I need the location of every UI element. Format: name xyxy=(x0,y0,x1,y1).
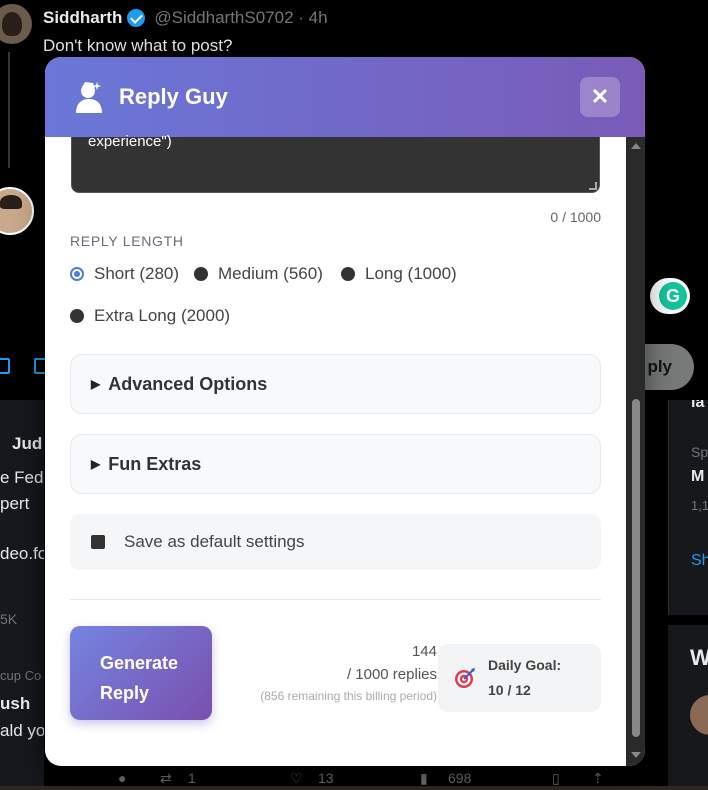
advanced-options-toggle[interactable]: ▶ Advanced Options xyxy=(70,354,601,414)
bottom-strip xyxy=(0,786,708,790)
trend-fragment: 1,1 xyxy=(691,498,708,513)
modal-body: experience") 0 / 1000 REPLY LENGTH Short… xyxy=(45,133,626,766)
usage-limit: / 1000 replies xyxy=(346,666,437,683)
views-icon[interactable]: ▮ xyxy=(420,770,428,787)
trend-fragment: M xyxy=(691,468,705,485)
expand-triangle-icon: ▶ xyxy=(91,457,101,471)
avatar[interactable] xyxy=(0,187,34,235)
radio-extra-long[interactable]: Extra Long (2000) xyxy=(70,306,230,326)
verified-badge-icon xyxy=(127,9,146,27)
like-count: 13 xyxy=(318,770,334,786)
radio-label: Short (280) xyxy=(94,264,180,283)
generate-label-line2: Reply xyxy=(100,683,150,703)
thread-line xyxy=(8,52,10,168)
daily-goal-label: Daily Goal: xyxy=(488,657,562,673)
advanced-options-label: Advanced Options xyxy=(108,373,268,394)
avatar-small-icon: ● xyxy=(118,770,127,786)
grammarly-icon: G xyxy=(659,282,687,310)
image-icon[interactable] xyxy=(0,358,10,374)
radio-label: Long (1000) xyxy=(365,264,457,283)
radio-medium[interactable]: Medium (560) xyxy=(194,264,323,284)
textarea-text: experience") xyxy=(88,133,172,150)
modal-scrollbar[interactable] xyxy=(626,137,645,766)
modal-title: Reply Guy xyxy=(119,84,228,109)
usage-remaining: (856 remaining this billing period) xyxy=(260,689,437,703)
grammarly-button[interactable]: G xyxy=(650,278,690,314)
tweet-author[interactable]: Siddharth @SiddharthS0702 · 4h xyxy=(43,8,328,28)
feed-fragment: pert xyxy=(0,494,30,513)
retweet-count: 1 xyxy=(188,770,196,786)
daily-goal-card: Daily Goal: 10 / 12 xyxy=(438,644,601,712)
save-default-checkbox[interactable] xyxy=(91,535,105,549)
bookmark-icon[interactable]: ▯ xyxy=(552,770,560,787)
show-more-link[interactable]: Sh xyxy=(691,552,708,570)
feed-fragment: ald you xyxy=(0,721,44,740)
reply-length-label: REPLY LENGTH xyxy=(70,233,184,249)
feed-fragment: deo.fo xyxy=(0,544,44,563)
generate-label-line1: Generate xyxy=(100,653,179,673)
avatar[interactable] xyxy=(0,4,32,44)
trend-fragment: Sp xyxy=(691,444,708,460)
radio-label: Extra Long (2000) xyxy=(94,306,231,325)
share-icon[interactable]: ⇡ xyxy=(592,770,604,787)
radio-icon[interactable] xyxy=(341,267,355,281)
trend-fragment: la xyxy=(691,400,705,411)
feed-fragment: e Fed xyxy=(0,468,44,487)
radio-label: Medium (560) xyxy=(218,264,323,283)
feed-left-column: Jud e Fed pert deo.fo 5K cup Co ush ald … xyxy=(0,400,44,790)
save-default-label: Save as default settings xyxy=(124,532,305,551)
fun-extras-label: Fun Extras xyxy=(108,453,202,474)
usage-count: 144 xyxy=(411,643,437,660)
radio-selected-icon[interactable] xyxy=(70,267,84,281)
daily-goal-value: 10 / 12 xyxy=(488,682,531,698)
scroll-up-arrow-icon[interactable] xyxy=(631,143,641,149)
radio-long[interactable]: Long (1000) xyxy=(341,264,457,284)
feed-fragment: 5K xyxy=(0,611,18,627)
fun-extras-toggle[interactable]: ▶ Fun Extras xyxy=(70,434,601,494)
modal-header: Reply Guy ✕ xyxy=(45,57,645,137)
save-default-row[interactable]: Save as default settings xyxy=(70,514,601,570)
reply-guy-logo-icon xyxy=(76,82,102,113)
avatar[interactable] xyxy=(690,695,708,735)
like-icon[interactable]: ♡ xyxy=(290,770,303,787)
tweet-text: Don't know what to post? xyxy=(43,36,233,55)
feed-fragment: cup Co xyxy=(0,668,42,683)
retweet-icon[interactable]: ⇄ xyxy=(160,770,172,787)
target-icon xyxy=(455,668,475,688)
feed-fragment: Jud xyxy=(12,434,43,453)
card-title: W xyxy=(690,645,708,670)
expand-triangle-icon: ▶ xyxy=(91,377,101,391)
radio-short[interactable]: Short (280) xyxy=(70,264,179,284)
character-count: 0 / 1000 xyxy=(550,209,601,225)
scroll-down-arrow-icon[interactable] xyxy=(631,752,641,758)
resize-handle-icon[interactable] xyxy=(589,182,597,190)
feed-fragment: ush xyxy=(0,694,31,713)
reply-guy-modal: Reply Guy ✕ experience") 0 / 1000 REPLY … xyxy=(45,57,645,766)
divider xyxy=(70,599,601,600)
close-button[interactable]: ✕ xyxy=(580,77,620,117)
who-to-follow-card: W xyxy=(668,615,708,790)
author-name[interactable]: Siddharth xyxy=(43,8,122,28)
view-count: 698 xyxy=(448,770,472,786)
generate-reply-button[interactable]: Generate Reply xyxy=(70,626,212,720)
author-handle[interactable]: @SiddharthS0702 · 4h xyxy=(154,8,327,28)
radio-icon[interactable] xyxy=(194,267,208,281)
radio-icon[interactable] xyxy=(70,309,84,323)
scrollbar-thumb[interactable] xyxy=(632,399,640,737)
usage-info: 144 / 1000 replies (856 remaining this b… xyxy=(260,643,437,703)
context-textarea[interactable]: experience") xyxy=(71,133,600,193)
